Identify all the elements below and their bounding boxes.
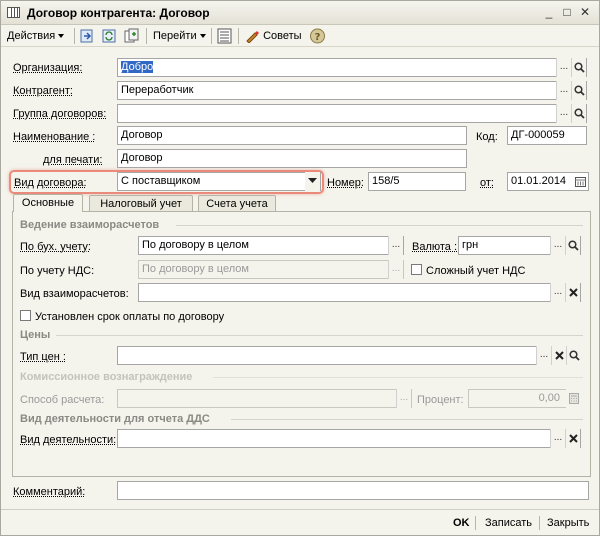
name-label: Наименование : [13, 131, 96, 143]
calc-method-label: Способ расчета: [20, 394, 105, 406]
tab-accounts[interactable]: Счета учета [198, 195, 276, 212]
copy-icon[interactable] [123, 28, 140, 44]
close-button[interactable]: Закрыть [547, 516, 589, 530]
minimize-icon[interactable]: _ [541, 5, 557, 20]
commission-section-title: Комиссионное вознаграждение [20, 371, 193, 383]
organization-field[interactable]: Добро [117, 58, 587, 77]
calculator-icon [566, 389, 581, 408]
activity-select-button[interactable]: ... [550, 429, 565, 448]
currency-label: Валюта : [412, 241, 458, 253]
organization-search-icon[interactable] [571, 58, 586, 77]
contract-type-label: Вид договора: [14, 177, 87, 189]
code-label: Код: [476, 131, 498, 143]
price-type-select-button[interactable]: ... [536, 346, 551, 365]
name-field[interactable]: Договор [117, 126, 467, 145]
title-bar: Договор контрагента: Договор _ □ ✕ [1, 1, 599, 25]
help-icon[interactable]: ? [309, 28, 326, 44]
print-name-label: для печати: [43, 154, 103, 166]
organization-label: Организация: [13, 62, 83, 74]
settlements-section-title: Ведение взаиморасчетов [20, 219, 160, 231]
window-title: Договор контрагента: Договор [27, 6, 210, 20]
organization-value: Добро [121, 61, 154, 73]
contract-group-field[interactable] [117, 104, 587, 123]
maximize-icon[interactable]: □ [559, 5, 575, 20]
goto-menu-button[interactable]: Перейти [153, 28, 206, 44]
percent-field: 0,00 [468, 389, 581, 408]
calc-method-field [117, 389, 412, 408]
contract-type-select[interactable]: С поставщиком [117, 172, 321, 191]
complex-vat-checkbox[interactable] [411, 264, 422, 275]
accounting-field[interactable]: По договору в целом [138, 236, 404, 255]
tips-label: Советы [263, 30, 302, 42]
form-icon [7, 7, 20, 18]
currency-search-icon[interactable] [565, 236, 580, 255]
accounting-label: По бух. учету: [20, 241, 91, 253]
comment-field[interactable] [117, 481, 589, 500]
calc-method-select-button: ... [396, 389, 411, 408]
contract-group-select-button[interactable]: ... [556, 104, 571, 123]
settlement-type-label: Вид взаиморасчетов: [20, 288, 129, 300]
price-type-search-icon[interactable] [566, 346, 581, 365]
contract-group-search-icon[interactable] [571, 104, 586, 123]
actions-menu-button[interactable]: Действия [7, 28, 65, 44]
tips-icon [246, 31, 259, 44]
toolbar: Действия Перейти Советы ? [1, 25, 599, 47]
print-name-field[interactable]: Договор [117, 149, 467, 168]
calendar-icon[interactable] [573, 172, 588, 191]
complex-vat-label: Сложный учет НДС [426, 265, 526, 277]
vat-field: По договору в целом [138, 260, 404, 279]
tab-main[interactable]: Основные [13, 194, 83, 212]
counterparty-label: Контрагент: [13, 85, 73, 97]
svg-text:?: ? [315, 32, 321, 43]
chevron-down-icon [199, 34, 206, 39]
counterparty-select-button[interactable]: ... [556, 81, 571, 100]
save-close-icon[interactable] [79, 28, 96, 44]
bottom-bar: OK Записать Закрыть [1, 509, 599, 535]
activity-clear-icon[interactable] [565, 429, 580, 448]
contract-group-label: Группа договоров: [13, 108, 107, 120]
currency-select-button[interactable]: ... [550, 236, 565, 255]
price-type-clear-icon[interactable] [551, 346, 566, 365]
price-type-field[interactable] [117, 346, 581, 365]
code-field[interactable]: ДГ-000059 [507, 126, 587, 145]
tips-button[interactable]: Советы [244, 28, 302, 44]
refresh-icon[interactable] [101, 28, 118, 44]
comment-label: Комментарий: [13, 486, 86, 498]
ok-button[interactable]: OK [453, 516, 470, 530]
tab-main-label: Основные [21, 197, 75, 209]
counterparty-field[interactable]: Переработчик [117, 81, 587, 100]
settlement-type-select-button[interactable]: ... [550, 283, 565, 302]
activity-label: Вид деятельности: [20, 434, 117, 446]
vat-label: По учету НДС: [20, 265, 95, 277]
actions-label: Действия [7, 30, 56, 42]
date-label: от: [480, 177, 494, 189]
settlement-type-clear-icon[interactable] [565, 283, 580, 302]
activity-field[interactable] [117, 429, 581, 448]
number-field[interactable]: 158/5 [368, 172, 466, 191]
goto-label: Перейти [153, 30, 197, 42]
close-icon[interactable]: ✕ [577, 5, 593, 20]
accounting-select-button[interactable]: ... [388, 236, 403, 255]
tab-tax-label: Налоговый учет [100, 198, 182, 210]
settlement-type-field[interactable] [138, 283, 581, 302]
tab-accounts-label: Счета учета [206, 198, 268, 210]
payment-term-checkbox[interactable] [20, 310, 31, 321]
vat-select-button: ... [388, 260, 403, 279]
number-label: Номер: [327, 177, 364, 189]
payment-term-label: Установлен срок оплаты по договору [35, 311, 225, 323]
percent-label: Процент: [417, 394, 464, 406]
counterparty-search-icon[interactable] [571, 81, 586, 100]
contract-window: Договор контрагента: Договор _ □ ✕ Дейст… [0, 0, 600, 536]
save-button[interactable]: Записать [485, 516, 532, 530]
price-type-label: Тип цен : [20, 351, 66, 363]
chevron-down-icon [58, 34, 65, 39]
contract-type-dropdown-icon[interactable] [305, 172, 320, 191]
dds-section-title: Вид деятельности для отчета ДДС [20, 413, 210, 425]
structure-icon[interactable] [216, 28, 233, 44]
prices-section-title: Цены [20, 329, 51, 341]
organization-select-button[interactable]: ... [556, 58, 571, 77]
tab-tax[interactable]: Налоговый учет [89, 195, 193, 212]
